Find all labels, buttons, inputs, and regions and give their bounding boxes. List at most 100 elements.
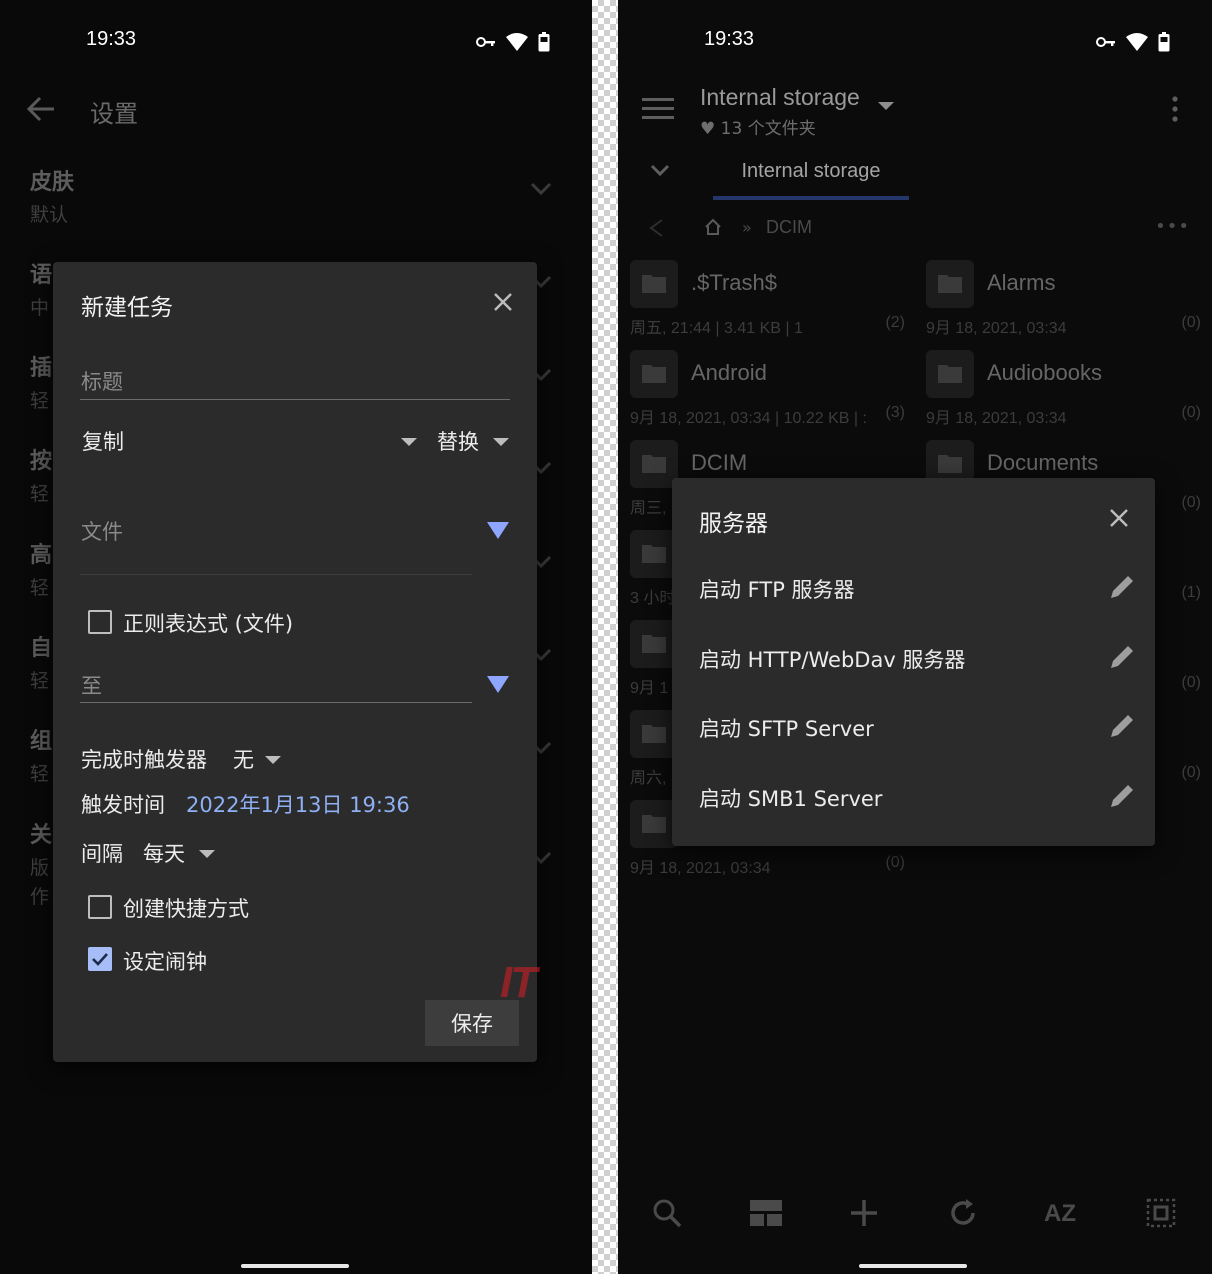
server-item-smb1[interactable]: 启动 SMB1 Server — [699, 777, 1135, 817]
battery-icon — [538, 32, 550, 52]
folder-count: (1) — [1181, 584, 1201, 601]
alarm-checkbox[interactable] — [88, 947, 112, 971]
folder-count: (3) — [885, 404, 905, 421]
folder-item[interactable]: .$Trash$ 周五, 21:44 | 3.41 KB | 1 (2) — [630, 260, 905, 346]
folder-meta: 9月 18, 2021, 03:34 — [630, 860, 771, 877]
folder-count: ♥ 13 个文件夹 — [700, 114, 816, 139]
server-item-label: 启动 SFTP Server — [699, 717, 874, 741]
edit-pencil-icon[interactable] — [1107, 642, 1135, 672]
gesture-nav-bar[interactable] — [241, 1264, 349, 1268]
folder-meta: 3 小时 — [630, 590, 676, 607]
mode-dropdown[interactable]: 替换 — [437, 426, 479, 456]
active-tab-indicator — [713, 196, 909, 200]
folder-icon — [630, 710, 678, 758]
folder-meta: 9月 18, 2021, 03:34 — [926, 320, 1067, 337]
gesture-nav-bar[interactable] — [859, 1264, 967, 1268]
interval-dropdown[interactable]: 每天 — [143, 838, 185, 868]
folder-count: (0) — [1181, 764, 1201, 781]
folder-count: (0) — [885, 854, 905, 871]
transparency-checker-divider — [592, 0, 618, 1274]
trigger-label: 完成时触发器 — [81, 748, 207, 772]
dialog-title: 新建任务 — [81, 295, 173, 321]
breadcrumb-dcim[interactable]: DCIM — [766, 217, 812, 238]
more-vert-icon[interactable] — [1172, 96, 1178, 122]
server-item-http-webdav[interactable]: 启动 HTTP/WebDav 服务器 — [699, 638, 1135, 678]
file-picker-icon[interactable] — [487, 522, 509, 539]
left-phone-screen: 19:33 设置 皮肤 默认 语 中 插 轻 按 轻 高 轻 自 轻 组 轻 关… — [0, 0, 592, 1274]
chevron-down-icon — [530, 182, 552, 196]
destination-underline — [80, 702, 472, 703]
view-mode-icon[interactable] — [750, 1200, 782, 1226]
status-time: 19:33 — [86, 28, 137, 50]
server-item-ftp[interactable]: 启动 FTP 服务器 — [699, 568, 1135, 608]
trigger-dropdown[interactable]: 无 — [233, 744, 254, 774]
folder-item[interactable]: Android 9月 18, 2021, 03:34 | 10.22 KB | … — [630, 350, 905, 436]
edit-pencil-icon[interactable] — [1107, 572, 1135, 602]
folder-meta: 9月 18, 2021, 03:34 | 10.22 KB | : — [630, 410, 867, 427]
folder-name: Documents — [987, 450, 1099, 475]
sort-az-button[interactable]: AZ — [1044, 1200, 1076, 1228]
task-title-input[interactable]: 标题 — [81, 366, 123, 396]
hamburger-menu-icon[interactable] — [642, 98, 674, 120]
folder-icon — [630, 260, 678, 308]
status-icons — [476, 32, 550, 52]
server-item-sftp[interactable]: 启动 SFTP Server — [699, 707, 1135, 747]
interval-dropdown-arrow-icon[interactable] — [199, 850, 215, 858]
folder-item[interactable]: Alarms 9月 18, 2021, 03:34 (0) — [926, 260, 1201, 346]
watermark-logo: IT — [500, 958, 537, 1007]
back-arrow-icon[interactable] — [24, 92, 58, 126]
trigger-time-link[interactable]: 2022年1月13日 19:36 — [186, 789, 410, 819]
add-icon[interactable] — [849, 1198, 879, 1228]
heart-icon: ♥ — [700, 119, 716, 139]
tab-internal-storage[interactable]: Internal storage — [713, 160, 909, 183]
folder-item[interactable]: Audiobooks 9月 18, 2021, 03:34 (0) — [926, 350, 1201, 436]
folder-icon — [926, 260, 974, 308]
operation-dropdown[interactable]: 复制 — [82, 426, 124, 456]
chevron-down-icon[interactable] — [650, 164, 670, 178]
path-back-icon[interactable] — [648, 218, 664, 238]
storage-title-dropdown[interactable]: Internal storage — [700, 84, 860, 111]
close-icon[interactable] — [1109, 508, 1129, 528]
select-all-icon[interactable] — [1146, 1198, 1176, 1228]
close-icon[interactable] — [493, 292, 513, 312]
battery-icon — [1158, 32, 1170, 52]
folder-name: Android — [691, 360, 767, 385]
title-underline — [80, 399, 510, 400]
checkmark-icon — [92, 953, 108, 966]
trigger-dropdown-arrow-icon[interactable] — [265, 756, 281, 764]
search-icon[interactable] — [652, 1198, 682, 1228]
vpn-key-icon — [1096, 37, 1115, 47]
wifi-icon — [1126, 33, 1148, 51]
folder-count: (0) — [1181, 674, 1201, 691]
storage-dropdown-arrow-icon[interactable] — [878, 102, 894, 110]
wifi-icon — [506, 33, 528, 51]
home-icon[interactable] — [704, 218, 722, 236]
operation-dropdown-arrow-icon[interactable] — [401, 438, 417, 446]
folder-icon — [926, 350, 974, 398]
server-item-label: 启动 HTTP/WebDav 服务器 — [699, 648, 966, 672]
folder-icon — [630, 530, 678, 578]
breadcrumb-more[interactable]: ••• — [1155, 216, 1190, 237]
file-input[interactable]: 文件 — [81, 516, 123, 546]
breadcrumb: » DCIM ••• — [618, 214, 1212, 244]
destination-input[interactable]: 至 — [81, 670, 102, 700]
destination-picker-icon[interactable] — [487, 676, 509, 693]
breadcrumb-separator: » — [742, 218, 752, 237]
refresh-icon[interactable] — [948, 1198, 978, 1228]
edit-pencil-icon[interactable] — [1107, 711, 1135, 741]
setting-title: 皮肤 — [30, 170, 75, 195]
shortcut-checkbox-label: 创建快捷方式 — [123, 897, 249, 921]
folder-icon — [630, 800, 678, 848]
new-task-dialog: 新建任务 标题 复制 替换 文件 正则表达式 (文件) 至 完成时触发器 无 触… — [53, 262, 537, 1062]
storage-tab-row: Internal storage — [618, 150, 1212, 204]
regex-checkbox[interactable] — [88, 610, 112, 634]
folder-name: .$Trash$ — [691, 270, 778, 295]
status-icons — [1096, 32, 1170, 52]
shortcut-checkbox[interactable] — [88, 895, 112, 919]
mode-dropdown-arrow-icon[interactable] — [493, 438, 509, 446]
settings-item-skin[interactable]: 皮肤 默认 — [30, 164, 552, 227]
folder-icon — [630, 440, 678, 488]
status-time: 19:33 — [704, 28, 755, 50]
page-title: 设置 — [90, 100, 138, 128]
edit-pencil-icon[interactable] — [1107, 781, 1135, 811]
